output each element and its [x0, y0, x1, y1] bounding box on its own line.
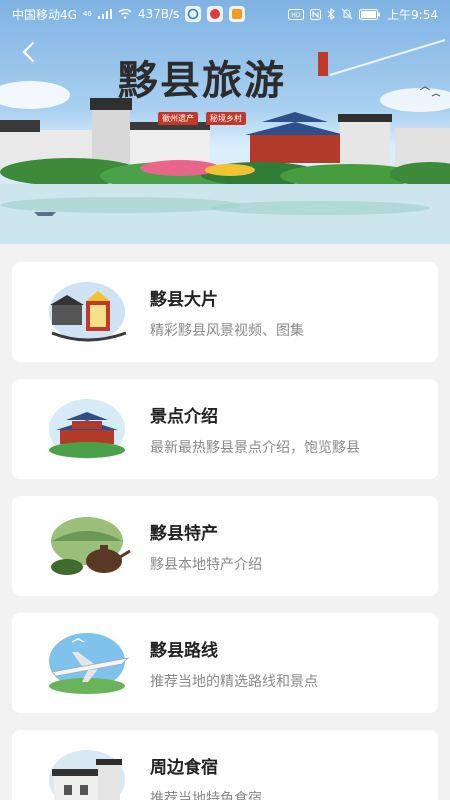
network-speed: 437B/s: [137, 7, 180, 21]
list-item-desc: 黟县本地特产介绍: [150, 556, 262, 573]
list-item-desc: 精彩黟县风景视频、图集: [150, 322, 304, 339]
status-bar: 中国移动4G 46 437B/s HD 上午9:54: [0, 0, 450, 28]
banner-title-block: 黟县旅游 徽州遗产 秘境乡村: [118, 48, 286, 125]
signal-superscript: 46: [82, 10, 92, 18]
list-item-title: 景点介绍: [150, 406, 218, 427]
banner-tags: 徽州遗产 秘境乡村: [158, 112, 246, 125]
carrier-label: 中国移动4G: [12, 7, 77, 22]
clock: 上午9:54: [387, 7, 438, 22]
battery-icon: [359, 8, 381, 20]
list-item-food-lodging[interactable]: 周边食宿 推荐当地特色食宿: [12, 730, 438, 800]
signal-icon: [97, 9, 112, 19]
list-item-routes[interactable]: 黟县路线 推荐当地的精选路线和景点: [12, 613, 438, 713]
chevron-left-icon: [22, 41, 35, 63]
list-item-desc: 推荐当地的精选路线和景点: [150, 673, 318, 690]
banner-tag: 秘境乡村: [206, 112, 246, 125]
banner-title: 黟县旅游: [118, 57, 286, 104]
back-button[interactable]: [12, 36, 44, 68]
app-notification-icon: [185, 6, 202, 22]
bluetooth-icon: [327, 8, 335, 20]
tea-teapot-thumbnail: [51, 517, 131, 575]
wifi-icon: [118, 9, 132, 19]
list-item-title: 黟县大片: [150, 289, 218, 310]
list-item-desc: 最新最热黟县景点介绍，饱览黟县: [150, 439, 360, 456]
mute-icon: [341, 8, 353, 20]
red-seal-icon: [318, 52, 328, 76]
airplane-thumbnail: [49, 633, 130, 694]
pavilion-thumbnail: [49, 399, 125, 459]
list-item-videos[interactable]: 黟县大片 精彩黟县风景视频、图集: [12, 262, 438, 362]
list-item-specialties[interactable]: 黟县特产 黟县本地特产介绍: [12, 496, 438, 596]
list-item-title: 黟县特产: [150, 523, 218, 544]
header-banner: 黟县旅游 徽州遗产 秘境乡村: [0, 0, 450, 244]
list-item-desc: 推荐当地特色食宿: [150, 790, 262, 800]
app-notification-icon: [207, 6, 224, 22]
feature-list: 黟县大片 精彩黟县风景视频、图集 景点介绍 最新最热黟县景点介绍，饱览黟县 黟县…: [12, 262, 438, 800]
list-item-title: 周边食宿: [150, 757, 218, 778]
svg-text:HD: HD: [291, 12, 301, 19]
village-house-thumbnail: [49, 750, 125, 800]
video-theater-thumbnail: [49, 282, 127, 342]
list-item-title: 黟县路线: [150, 640, 218, 661]
app-notification-icon: [229, 6, 246, 22]
hd-icon: HD: [288, 8, 305, 20]
list-item-attractions[interactable]: 景点介绍 最新最热黟县景点介绍，饱览黟县: [12, 379, 438, 479]
banner-tag: 徽州遗产: [158, 112, 198, 125]
nfc-icon: [310, 8, 322, 20]
